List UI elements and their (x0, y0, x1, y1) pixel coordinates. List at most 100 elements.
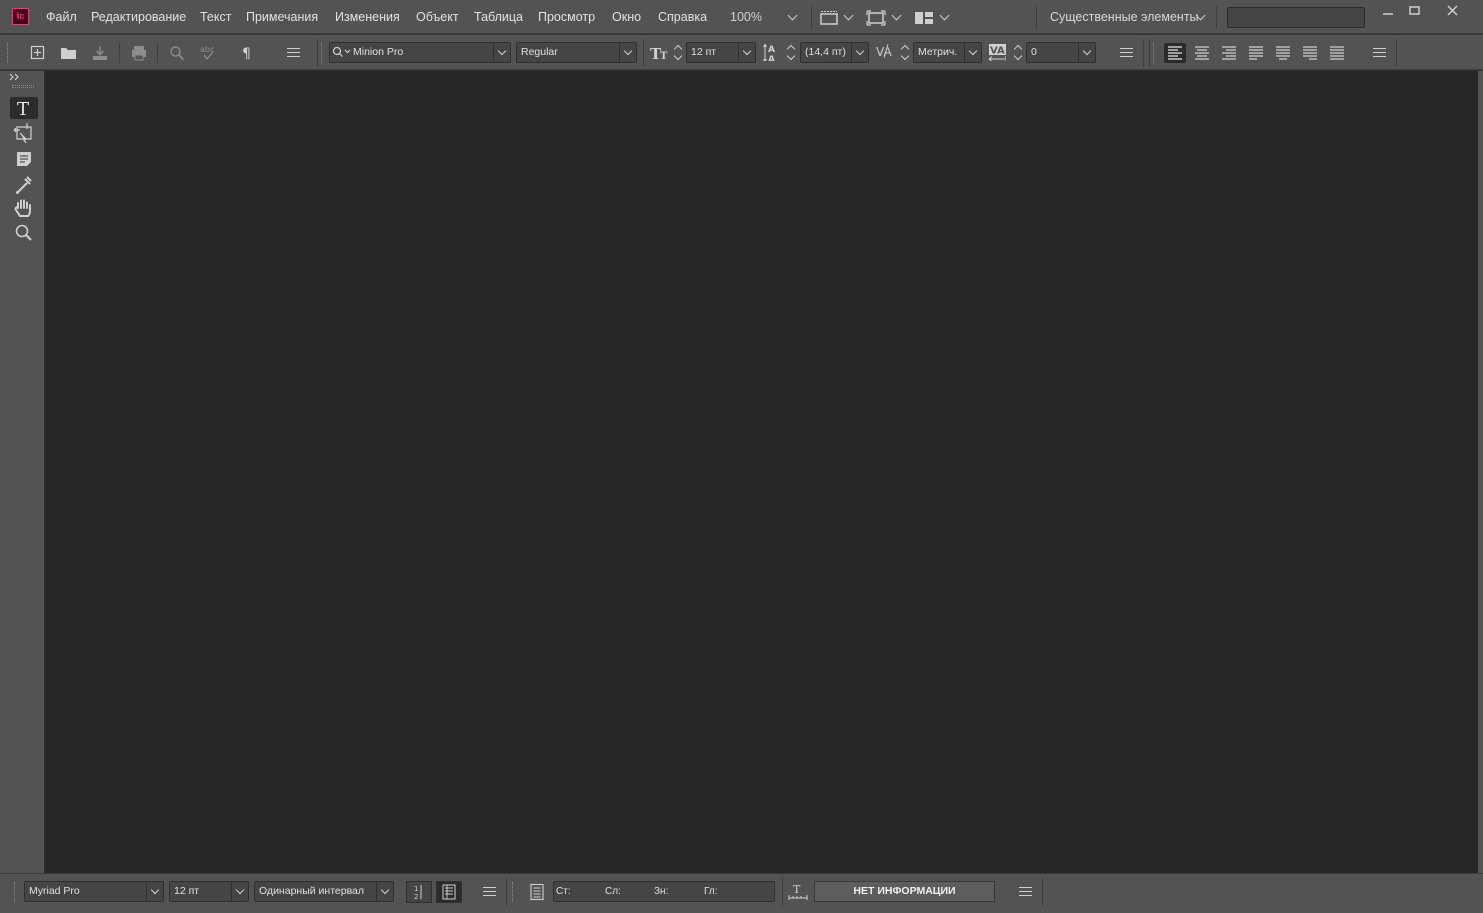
leading-icon: A A (763, 43, 775, 61)
zoom-dropdown-icon[interactable] (787, 10, 798, 21)
svg-text:1: 1 (414, 885, 418, 893)
font-style-field[interactable]: Regular (516, 42, 637, 63)
menu-table[interactable]: Таблица (474, 10, 523, 24)
panel-grip[interactable] (512, 882, 514, 902)
chevron-down-icon[interactable] (493, 43, 510, 62)
print-icon[interactable] (130, 44, 148, 62)
leading-stepper[interactable] (785, 42, 797, 63)
position-tool-icon[interactable] (10, 121, 38, 143)
panel-grip[interactable] (14, 882, 16, 902)
leading-value: (14,4 пт) (805, 46, 846, 58)
spellcheck-icon[interactable]: abc (199, 44, 217, 62)
font-family-field[interactable]: Minion Pro (329, 42, 511, 63)
chevron-down-icon[interactable] (964, 43, 981, 62)
chevron-down-icon[interactable] (376, 882, 393, 901)
restore-icon[interactable] (1398, 0, 1432, 22)
font-size-field[interactable]: 12 пт (686, 42, 756, 63)
kerning-value: Метрич. (918, 46, 958, 58)
svg-text:A: A (768, 55, 775, 61)
pilcrow-icon[interactable]: ¶ (239, 44, 257, 62)
view-options-dropdown-icon[interactable] (843, 10, 854, 21)
kerning-stepper[interactable] (899, 42, 911, 63)
menu-help[interactable]: Справка (658, 10, 707, 24)
paragraph-options-menu-icon[interactable] (1373, 48, 1386, 57)
story-font-size-field[interactable]: 12 пт (169, 881, 249, 902)
no-info-button[interactable]: НЕТ ИНФОРМАЦИИ (814, 881, 995, 902)
story-font-field[interactable]: Myriad Pro (24, 881, 164, 902)
hand-tool-icon[interactable] (10, 197, 38, 219)
menu-view[interactable]: Просмотр (538, 10, 595, 24)
tracking-field[interactable]: 0 (1026, 42, 1096, 63)
toolbar-separator (643, 39, 644, 67)
find-icon[interactable] (168, 44, 186, 62)
line-spacing-value: Одинарный интервал (259, 885, 364, 897)
kerning-field[interactable]: Метрич. (913, 42, 982, 63)
eyedropper-tool-icon[interactable] (10, 173, 38, 195)
align-right-icon[interactable] (1218, 43, 1240, 63)
panel-grip[interactable] (12, 85, 34, 88)
chevron-down-icon[interactable] (851, 43, 868, 62)
menu-file[interactable]: Файл (46, 10, 77, 24)
menu-window[interactable]: Окно (612, 10, 641, 24)
panel-grip[interactable] (321, 43, 323, 63)
toolbar-separator (317, 39, 318, 67)
leading-field[interactable]: (14,4 пт) (800, 42, 869, 63)
new-document-icon[interactable] (29, 44, 47, 62)
font-size-stepper[interactable] (672, 42, 684, 63)
align-left-icon[interactable] (1164, 43, 1186, 63)
app-logo: Ic (12, 8, 29, 25)
align-center-icon[interactable] (1191, 43, 1213, 63)
justify-center-icon[interactable] (1272, 43, 1294, 63)
stat-chars-label: Зн: (654, 886, 669, 897)
font-search-icon (332, 46, 351, 57)
status-more-menu-icon[interactable] (1019, 887, 1032, 896)
measure-icon[interactable]: T (788, 882, 808, 902)
collapse-panel-icon[interactable] (9, 73, 21, 81)
save-icon[interactable] (91, 44, 109, 62)
arrange-documents-icon[interactable] (914, 10, 934, 26)
menu-type[interactable]: Текст (200, 10, 231, 24)
document-stats-field: Ст: Сл: Зн: Гл: (553, 881, 775, 902)
screen-mode-dropdown-icon[interactable] (891, 10, 902, 21)
note-tool-icon[interactable] (10, 148, 38, 170)
menu-object[interactable]: Объект (416, 10, 459, 24)
open-folder-icon[interactable] (60, 44, 78, 62)
menu-notes[interactable]: Примечания (246, 10, 318, 24)
screen-mode-icon[interactable] (866, 10, 886, 26)
search-input[interactable] (1227, 7, 1365, 28)
line-spacing-field[interactable]: Одинарный интервал (254, 881, 394, 902)
menu-bar: Ic Файл Редактирование Текст Примечания … (0, 0, 1483, 34)
panel-menu-icon[interactable] (287, 48, 300, 57)
document-canvas[interactable] (45, 71, 1478, 873)
panel-grip[interactable] (1153, 43, 1155, 63)
view-options-icon[interactable] (819, 10, 839, 26)
chevron-down-icon[interactable] (1078, 43, 1095, 62)
status-separator (1042, 878, 1043, 906)
justify-left-icon[interactable] (1245, 43, 1267, 63)
document-info-icon[interactable] (528, 883, 546, 901)
chevron-down-icon[interactable] (231, 882, 248, 901)
justify-right-icon[interactable] (1299, 43, 1321, 63)
stat-lines-label: Сл: (605, 886, 621, 897)
close-icon[interactable] (1436, 0, 1470, 22)
tracking-stepper[interactable] (1012, 42, 1024, 63)
chevron-down-icon[interactable] (146, 882, 163, 901)
justify-all-icon[interactable] (1326, 43, 1348, 63)
zoom-level[interactable]: 100% (730, 10, 762, 24)
zoom-tool-icon[interactable] (10, 221, 38, 243)
stat-depth-label: Гл: (704, 886, 718, 897)
font-size-value: 12 пт (691, 46, 717, 58)
menu-edit[interactable]: Редактирование (91, 10, 186, 24)
type-tool-icon[interactable]: T (10, 97, 38, 119)
arrange-dropdown-icon[interactable] (939, 10, 950, 21)
chevron-down-icon[interactable] (619, 43, 636, 62)
status-options-menu-icon[interactable] (483, 887, 496, 896)
chevron-down-icon[interactable] (738, 43, 755, 62)
menu-changes[interactable]: Изменения (335, 10, 400, 24)
line-numbers-icon[interactable]: 1 2 (406, 881, 432, 903)
panel-grip[interactable] (7, 43, 9, 63)
tools-panel: T (0, 71, 45, 873)
character-options-menu-icon[interactable] (1120, 48, 1133, 57)
story-view-icon[interactable] (436, 881, 462, 903)
workspace-switcher[interactable]: Существенные элементы (1050, 10, 1199, 24)
